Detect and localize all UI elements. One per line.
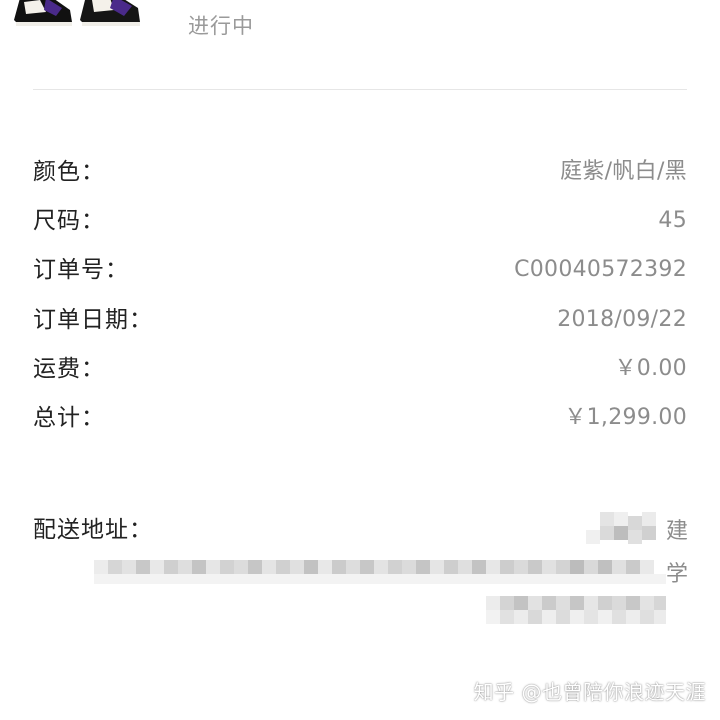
redacted-address-mosaic [94,512,666,624]
order-date-label: 订单日期： [33,307,153,333]
order-number-label: 订单号： [33,257,129,283]
order-date-value: 2018/09/22 [557,307,687,332]
size-label: 尺码： [33,208,105,234]
detail-row-order-date: 订单日期： 2018/09/22 [33,303,687,337]
detail-row-size: 尺码： 45 [33,204,687,238]
shipping-fee-label: 运费： [33,356,105,382]
detail-row-total: 总计： ￥1,299.00 [33,401,687,435]
address-fragment: 学 [666,562,689,587]
detail-row-order-number: 订单号： C00040572392 [33,253,687,287]
detail-row-shipping-fee: 运费： ￥0.00 [33,352,687,386]
detail-row-color: 颜色： 庭紫/帆白/黑 [33,155,687,189]
color-label: 颜色： [33,159,105,185]
color-value: 庭紫/帆白/黑 [560,159,687,184]
product-image[interactable] [10,0,144,30]
size-value: 45 [658,208,687,233]
order-status: 进行中 [188,14,254,38]
zhihu-watermark: 知乎 @也曾陪你浪迹天涯 [473,680,706,704]
address-fragment: 建 [666,519,689,544]
total-label: 总计： [33,405,105,431]
total-value: ￥1,299.00 [564,405,687,430]
order-detail-page: 进行中 颜色： 庭紫/帆白/黑 尺码： 45 订单号： C00040572392… [0,0,720,720]
divider [33,89,687,90]
order-number-value: C00040572392 [514,257,687,282]
shipping-fee-value: ￥0.00 [614,356,687,381]
